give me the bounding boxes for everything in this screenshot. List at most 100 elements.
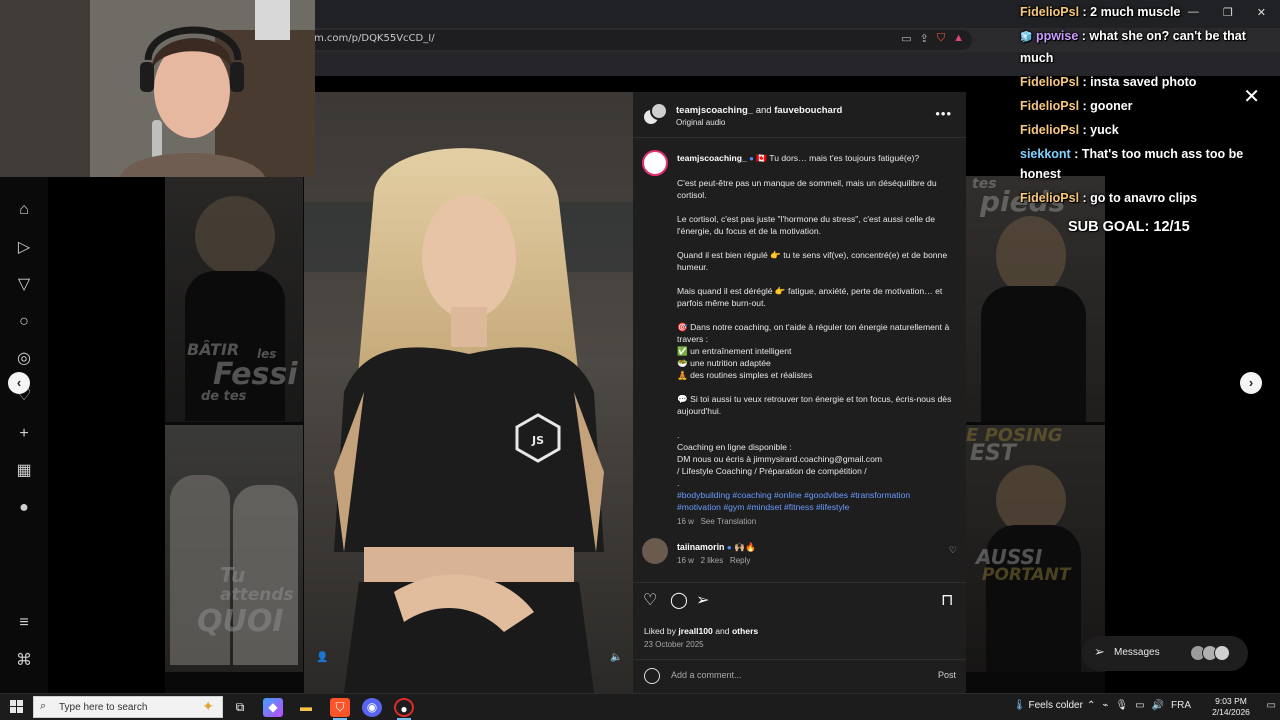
webcam-feed: [0, 0, 315, 177]
add-comment-row: Add a comment... Post: [633, 659, 966, 693]
explore-icon[interactable]: ◎: [14, 349, 34, 369]
commenter-avatar[interactable]: [642, 538, 668, 564]
liked-by-and: and: [715, 626, 730, 636]
cast-icon[interactable]: ▭: [901, 32, 911, 45]
post-actions: ♡ ◯ ➢ ⊓: [633, 582, 966, 612]
chat-username: FidelioPsl: [1020, 123, 1080, 137]
menu-icon[interactable]: ≡: [14, 613, 34, 633]
create-icon[interactable]: +: [14, 424, 34, 444]
caption-line: 🎯 Dans notre coaching, on t'aide à régul…: [677, 322, 950, 344]
caption-age: 16 w: [677, 517, 694, 526]
show-hidden-icons-icon[interactable]: ⌃: [1087, 700, 1095, 711]
comment-like-icon[interactable]: ♡: [949, 545, 957, 556]
liked-by-user[interactable]: jreall100: [678, 626, 712, 636]
like-icon[interactable]: ♡: [643, 590, 657, 610]
network-icon[interactable]: ⌁: [1102, 700, 1108, 711]
discord-icon[interactable]: ◉: [362, 698, 382, 717]
reels-icon[interactable]: ▷: [14, 238, 34, 258]
reply-link[interactable]: Reply: [730, 556, 750, 565]
coauthor-avatar[interactable]: [650, 102, 668, 120]
caption-hashtags[interactable]: #bodybuilding #coaching #online #goodvib…: [677, 489, 955, 513]
liked-by-others[interactable]: others: [732, 626, 758, 636]
and-text: and: [755, 105, 772, 116]
caption-line: .: [677, 430, 680, 440]
caption-first-line: 🇨🇦 Tu dors… mais t'es toujours fatigué(e…: [756, 153, 920, 163]
chat-message: siekkont : That's too much ass too be ho…: [1020, 144, 1276, 184]
post-date: 23 October 2025: [644, 640, 704, 649]
copilot-icon[interactable]: ◆: [263, 698, 283, 717]
emoji-icon[interactable]: [644, 668, 660, 684]
caption-line: / Lifestyle Coaching / Préparation de co…: [677, 466, 867, 476]
post-comment-button[interactable]: Post: [938, 670, 956, 680]
url-text: m.com/p/DQK55VcCD_I/: [314, 33, 435, 44]
brave-rewards-icon[interactable]: ▲: [953, 32, 964, 45]
save-icon[interactable]: ⊓: [941, 590, 953, 610]
search-placeholder: Type here to search: [59, 702, 148, 713]
comment-icon[interactable]: ◯: [670, 590, 688, 610]
notifications-icon[interactable]: ▭: [1267, 700, 1276, 711]
obs-icon[interactable]: ●: [394, 698, 414, 717]
liked-by: Liked by jreall100 and others: [644, 626, 758, 636]
verified-icon: ●: [726, 543, 732, 552]
chat-message: FidelioPsl : gooner: [1020, 96, 1276, 116]
caption-line: DM nous ou écris à jimmysirard.coaching@…: [677, 454, 883, 464]
microphone-icon[interactable]: 🎙: [1115, 700, 1128, 711]
caption-list-item: 🥗 une nutrition adaptée: [677, 358, 771, 368]
comment-likes[interactable]: 2 likes: [701, 556, 724, 565]
file-explorer-icon[interactable]: ▬: [296, 698, 316, 717]
task-view-icon[interactable]: ⧉: [230, 698, 250, 717]
commenter-username[interactable]: taiinamorin: [677, 542, 724, 552]
brave-shield-icon[interactable]: ⛉: [937, 32, 945, 45]
caption-line: .: [677, 478, 680, 488]
badge-icon: 🧊: [1020, 32, 1033, 43]
user-tag-icon[interactable]: 👤: [316, 652, 328, 663]
volume-icon[interactable]: 🔊: [1152, 700, 1164, 711]
more-options-icon[interactable]: •••: [935, 106, 952, 121]
next-post-button[interactable]: ›: [1240, 372, 1262, 394]
direct-message-icon: ➢: [1094, 644, 1105, 659]
windows-start-icon[interactable]: [10, 700, 24, 714]
chat-username: FidelioPsl: [1020, 75, 1080, 89]
author-link[interactable]: teamjscoaching_: [676, 105, 753, 116]
coauthor-link[interactable]: fauvebouchard: [774, 105, 842, 116]
dashboard-icon[interactable]: ▦: [14, 461, 34, 481]
caption-avatar[interactable]: [642, 150, 668, 176]
chat-message: FidelioPsl : yuck: [1020, 120, 1276, 140]
taskbar-search[interactable]: ⌕ Type here to search ✦: [33, 696, 223, 718]
caption-list-item: ✅ un entraînement intelligent: [677, 346, 792, 356]
chat-text: : insta saved photo: [1082, 75, 1197, 89]
share-icon[interactable]: ➢: [696, 590, 709, 610]
search-highlight-icon: ✦: [202, 698, 214, 714]
home-icon[interactable]: ⌂: [14, 200, 34, 220]
post-header: teamjscoaching_ and fauvebouchard Origin…: [633, 92, 966, 138]
taskbar: ⌕ Type here to search ✦ ⧉ ◆ ▬ ⛉ ◉ ● 🌡 Fe…: [0, 693, 1280, 720]
mute-icon[interactable]: 🔈: [610, 652, 622, 663]
weather-widget[interactable]: 🌡 Feels colder: [1013, 700, 1083, 711]
comment-input[interactable]: Add a comment...: [671, 670, 742, 680]
also-from-meta-icon[interactable]: ⌘: [14, 651, 34, 671]
share-icon[interactable]: ⇪: [920, 32, 929, 45]
messages-label: Messages: [1114, 647, 1160, 658]
previous-post-button[interactable]: ‹: [8, 372, 30, 394]
weather-text: Feels colder: [1028, 700, 1083, 711]
direct-icon[interactable]: ▽: [14, 275, 34, 295]
see-translation-link[interactable]: See Translation: [701, 517, 757, 526]
search-icon[interactable]: ○: [14, 312, 34, 332]
clock-date: 2/14/2026: [1212, 707, 1250, 717]
chat-username: FidelioPsl: [1020, 99, 1080, 113]
reel-video[interactable]: JS 👤 🔈: [304, 92, 633, 693]
audio-link[interactable]: Original audio: [676, 118, 725, 127]
taskbar-clock[interactable]: 9:03 PM 2/14/2026: [1205, 696, 1257, 718]
brave-browser-icon[interactable]: ⛉: [330, 698, 350, 717]
chat-message: 🧊 ppwise : what she on? can't be that mu…: [1020, 26, 1276, 68]
address-bar[interactable]: m.com/p/DQK55VcCD_I/ ▭ ⇪ ⛉ ▲: [300, 30, 972, 50]
messages-button[interactable]: ➢ Messages: [1082, 636, 1248, 671]
chat-username: FidelioPsl: [1020, 5, 1080, 19]
sub-goal-counter: SUB GOAL: 12/15: [1068, 219, 1190, 235]
display-icon[interactable]: ▭: [1135, 700, 1144, 711]
language-indicator[interactable]: FRA: [1171, 700, 1191, 711]
profile-icon[interactable]: ●: [14, 498, 34, 518]
avatar: [1214, 645, 1230, 661]
chat-text: : yuck: [1082, 123, 1119, 137]
caption-username[interactable]: teamjscoaching_: [677, 153, 747, 163]
